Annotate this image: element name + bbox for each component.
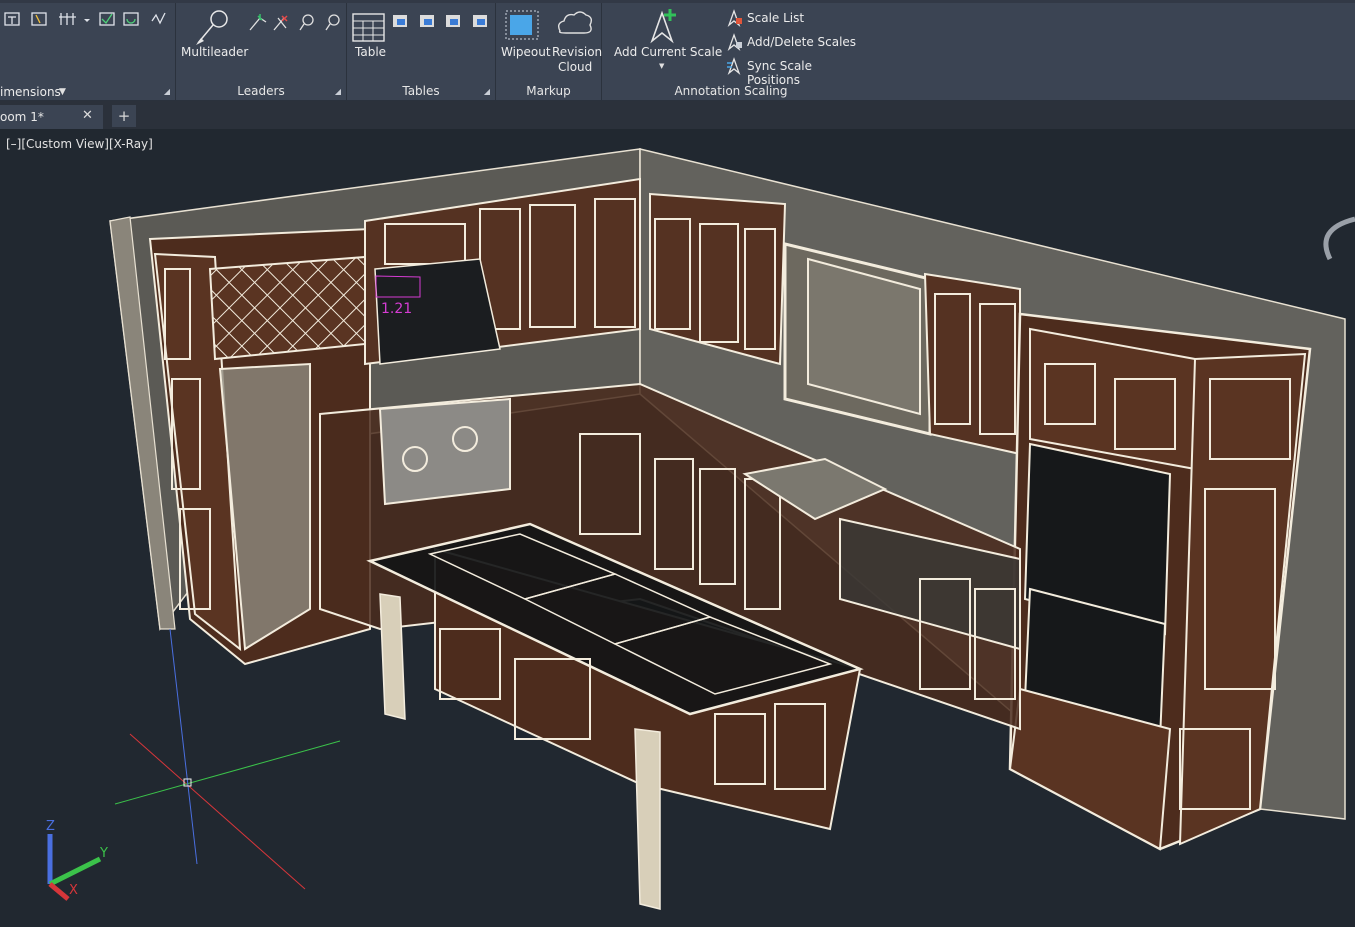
table-tools-icons[interactable] [391, 11, 491, 33]
sync-scale-positions-label[interactable]: Sync Scale Positions [747, 59, 860, 87]
add-current-scale-dropdown-icon[interactable]: ▼ [659, 62, 664, 70]
ribbon: imensions ▼ ◢ Multileader Leaders ◢ Tabl… [0, 0, 1355, 101]
new-tab-button[interactable]: + [112, 105, 136, 127]
dimension-text: 1.21 [381, 301, 412, 317]
add-current-scale-label[interactable]: Add Current Scale [614, 45, 722, 60]
dimensions-dropdown-arrow-icon[interactable]: ▼ [59, 87, 66, 97]
add-delete-scales-icon[interactable] [725, 33, 743, 51]
wipeout-label[interactable]: Wipeout [501, 45, 551, 60]
viewport-controls-label[interactable]: [–][Custom View][X-Ray] [6, 137, 153, 151]
revision-cloud-icon[interactable] [554, 9, 594, 41]
tall-oven-cabinet [1008, 312, 1312, 851]
viewcube-ring-icon[interactable] [1323, 216, 1355, 261]
revision-cloud-label-2[interactable]: Cloud [558, 60, 592, 75]
scale-list-label[interactable]: Scale List [747, 11, 804, 25]
multileader-label[interactable]: Multileader [181, 45, 248, 60]
wipeout-icon[interactable] [504, 9, 542, 41]
markup-panel: Wipeout Revision Cloud Markup [496, 3, 602, 100]
tables-panel: Table Tables ◢ [347, 3, 496, 100]
dimensions-panel-launcher-icon[interactable]: ◢ [164, 87, 170, 96]
ucs-z-label: Z [46, 819, 55, 834]
sync-scale-positions-icon[interactable] [725, 57, 743, 75]
tables-panel-title: Tables [402, 84, 440, 98]
annotation-scaling-panel-title: Annotation Scaling [674, 84, 788, 98]
close-icon[interactable]: ✕ [82, 108, 93, 123]
drawing-viewport[interactable]: 1.21 Z Y X [–][Custom View][X-Ray] [0, 129, 1355, 927]
document-tab[interactable]: oom 1* ✕ [0, 105, 103, 129]
add-delete-scales-label[interactable]: Add/Delete Scales [747, 35, 856, 49]
multileader-icon[interactable] [190, 7, 230, 47]
table-icon[interactable] [352, 13, 386, 43]
add-current-scale-icon[interactable] [642, 7, 682, 45]
markup-panel-title: Markup [526, 84, 571, 98]
ucs-crosshair [114, 628, 341, 890]
leaders-panel-launcher-icon[interactable]: ◢ [335, 87, 341, 96]
file-tab-bar: oom 1* ✕ + [0, 101, 1355, 129]
leaders-panel-title: Leaders [237, 84, 285, 98]
dimensions-panel: imensions ▼ ◢ [0, 3, 176, 100]
dimensions-panel-title[interactable]: imensions [0, 85, 61, 99]
kitchen-model[interactable]: 1.21 Z Y X [0, 129, 1355, 927]
table-label[interactable]: Table [355, 45, 386, 60]
revision-cloud-label-1[interactable]: Revision [552, 45, 602, 60]
annotation-scaling-panel: Add Current Scale ▼ Scale List Add/Delet… [602, 3, 860, 100]
ucs-x-label: X [69, 883, 78, 898]
document-tab-label[interactable]: oom 1* [0, 110, 44, 124]
leader-edit-icons[interactable] [246, 12, 346, 34]
scale-list-icon[interactable] [725, 9, 743, 27]
dimension-tools-icons[interactable] [0, 9, 176, 39]
tables-panel-launcher-icon[interactable]: ◢ [484, 87, 490, 96]
ucs-y-label: Y [99, 846, 108, 861]
window [783, 242, 932, 436]
leaders-panel: Multileader Leaders ◢ [176, 3, 347, 100]
